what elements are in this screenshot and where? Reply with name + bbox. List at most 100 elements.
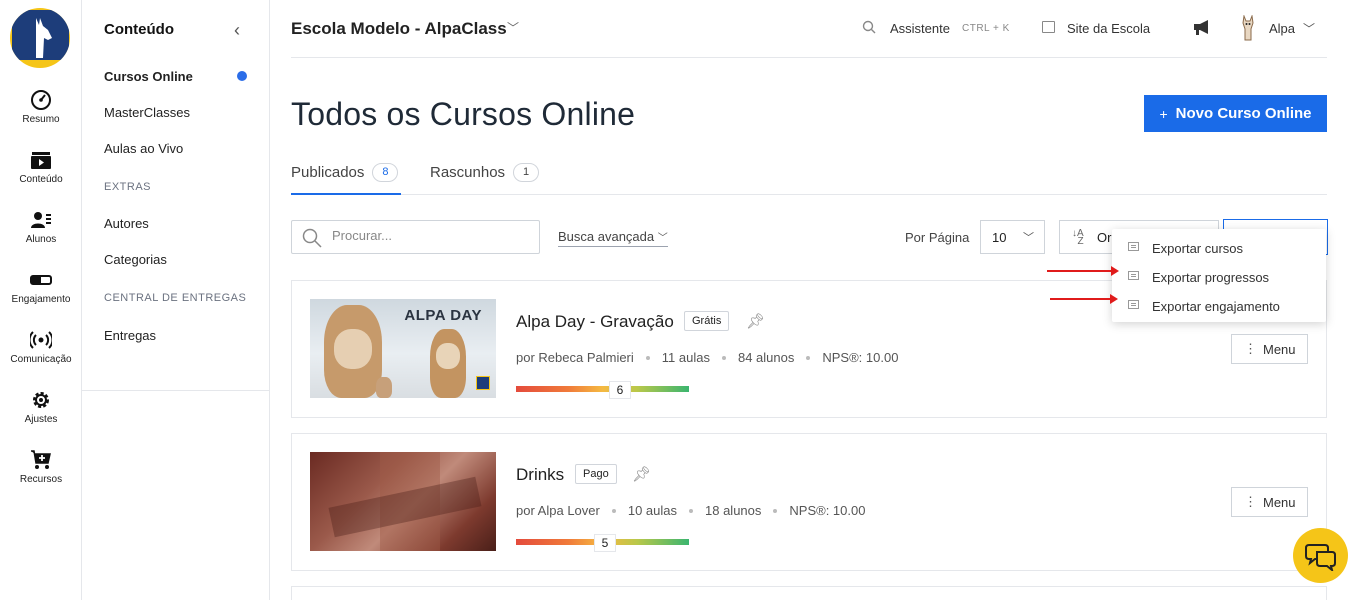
topbar-divider bbox=[291, 57, 1327, 58]
document-icon bbox=[1128, 300, 1139, 309]
logo[interactable] bbox=[10, 8, 70, 68]
search-input[interactable] bbox=[332, 228, 532, 243]
tabs-divider bbox=[291, 194, 1327, 195]
separator-dot bbox=[806, 355, 811, 360]
separator-dot bbox=[773, 508, 778, 513]
llama-image bbox=[376, 377, 392, 398]
count-badge: 8 bbox=[372, 163, 399, 182]
chevron-down-icon[interactable]: ﹀ bbox=[507, 19, 519, 36]
menu-label: Menu bbox=[1263, 495, 1296, 510]
rail-item-engajamento[interactable]: Engajamento bbox=[0, 269, 82, 305]
content-sidebar: Conteúdo ‹ Cursos Online MasterClasses A… bbox=[82, 0, 270, 600]
rail-label: Engajamento bbox=[11, 294, 71, 305]
avatar[interactable] bbox=[1238, 15, 1258, 41]
menu-item-export-courses[interactable]: Exportar cursos bbox=[1112, 232, 1326, 261]
separator-dot bbox=[721, 355, 726, 360]
menu-item-label: Exportar engajamento bbox=[1152, 299, 1280, 314]
course-students: 18 alunos bbox=[705, 503, 762, 518]
rail-label: Alunos bbox=[25, 234, 57, 245]
sidebar-item-categorias[interactable]: Categorias bbox=[104, 252, 167, 267]
rail-item-resumo[interactable]: Resumo bbox=[0, 89, 82, 125]
tab-label: Publicados bbox=[291, 164, 365, 181]
order-label: Or bbox=[1097, 230, 1112, 245]
page-title: Todos os Cursos Online bbox=[291, 96, 636, 132]
sidebar-item-aulas-ao-vivo[interactable]: Aulas ao Vivo bbox=[104, 141, 183, 156]
separator-dot bbox=[689, 508, 693, 513]
course-lessons: 11 aulas bbox=[661, 350, 710, 365]
icon-rail: Resumo Conteúdo Alunos Engajamento Comun… bbox=[0, 0, 82, 600]
tab-label: Rascunhos bbox=[430, 164, 506, 181]
export-dropdown: Exportar cursos Exportar progressos Expo… bbox=[1112, 229, 1326, 322]
menu-item-label: Exportar cursos bbox=[1152, 241, 1244, 256]
menu-item-label: Exportar progressos bbox=[1152, 270, 1270, 285]
llama-logo-icon bbox=[36, 18, 52, 58]
thumbnail-text: ALPA DAY bbox=[404, 307, 482, 324]
annotation-arrow-icon bbox=[1047, 266, 1119, 276]
search-box bbox=[291, 220, 540, 254]
document-icon bbox=[1128, 242, 1139, 251]
sidebar-item-entregas[interactable]: Entregas bbox=[104, 328, 156, 343]
per-page-label: Por Página bbox=[905, 230, 970, 245]
rail-item-comunicacao[interactable]: Comunicação bbox=[0, 329, 82, 365]
course-nps: NPS®: 10.00 bbox=[789, 503, 866, 518]
count-badge: 1 bbox=[513, 163, 540, 182]
advanced-search-label: Busca avançada bbox=[558, 229, 655, 244]
course-meta: por Alpa Lover 10 aulas 18 alunos NPS®: … bbox=[516, 503, 865, 518]
tab-publicados[interactable]: Publicados 8 bbox=[291, 163, 399, 182]
nps-score: 6 bbox=[609, 381, 631, 399]
broadcast-icon bbox=[30, 331, 52, 349]
search-icon[interactable] bbox=[862, 20, 876, 34]
sidebar-item-cursos-online[interactable]: Cursos Online bbox=[104, 69, 193, 84]
collapse-chevron-icon[interactable]: ‹ bbox=[234, 20, 240, 41]
chat-button[interactable] bbox=[1293, 528, 1348, 583]
gauge-icon bbox=[31, 90, 51, 110]
course-card[interactable]: Drinks Pago 📌︎ por Alpa Lover 10 aulas 1… bbox=[291, 433, 1327, 571]
per-page-select[interactable]: 10 ﹀ bbox=[980, 220, 1045, 254]
rail-item-alunos[interactable]: Alunos bbox=[0, 209, 82, 245]
course-menu-button[interactable]: ⋮ Menu bbox=[1231, 334, 1308, 364]
assistant-button[interactable]: Assistente bbox=[890, 21, 950, 36]
rail-item-ajustes[interactable]: Ajustes bbox=[0, 389, 82, 425]
sidebar-item-masterclasses[interactable]: MasterClasses bbox=[104, 105, 190, 120]
school-selector[interactable]: Escola Modelo - AlpaClass bbox=[291, 19, 507, 39]
course-lessons: 10 aulas bbox=[627, 503, 677, 518]
rail-label: Conteúdo bbox=[19, 174, 63, 185]
pin-icon[interactable]: 📌︎ bbox=[746, 312, 765, 330]
new-course-button[interactable]: + Novo Curso Online bbox=[1144, 95, 1327, 132]
course-title[interactable]: Alpa Day - Gravação bbox=[516, 312, 674, 332]
separator-dot bbox=[645, 355, 650, 360]
course-meta: por Rebeca Palmieri 11 aulas 84 alunos N… bbox=[516, 350, 898, 365]
course-nps: NPS®: 10.00 bbox=[822, 350, 899, 365]
search-icon bbox=[302, 228, 322, 248]
chevron-down-icon: ﹀ bbox=[657, 233, 668, 244]
document-icon bbox=[1128, 271, 1139, 280]
school-site-link[interactable]: Site da Escola bbox=[1067, 21, 1150, 36]
sidebar-title: Conteúdo bbox=[104, 21, 174, 38]
menu-label: Menu bbox=[1263, 342, 1296, 357]
browser-window-icon bbox=[1042, 21, 1055, 33]
course-author: por Rebeca Palmieri bbox=[516, 350, 634, 365]
course-card[interactable] bbox=[291, 586, 1327, 600]
chevron-down-icon: ﹀ bbox=[1023, 232, 1034, 244]
menu-item-export-engagement[interactable]: Exportar engajamento bbox=[1112, 290, 1326, 319]
cart-icon bbox=[31, 450, 51, 469]
menu-item-export-progress[interactable]: Exportar progressos bbox=[1112, 261, 1326, 290]
active-tab-indicator bbox=[291, 193, 401, 195]
user-menu[interactable]: Alpa bbox=[1269, 21, 1295, 36]
advanced-search-toggle[interactable]: Busca avançada ﹀ bbox=[558, 229, 668, 247]
pin-icon[interactable]: 📌︎ bbox=[632, 465, 651, 483]
sidebar-item-autores[interactable]: Autores bbox=[104, 216, 149, 231]
course-author: por Alpa Lover bbox=[516, 503, 600, 518]
llama-face bbox=[436, 343, 460, 369]
rail-item-conteudo[interactable]: Conteúdo bbox=[0, 149, 82, 185]
rail-item-recursos[interactable]: Recursos bbox=[0, 449, 82, 485]
play-icon bbox=[31, 152, 51, 169]
course-title[interactable]: Drinks bbox=[516, 465, 564, 485]
users-icon bbox=[31, 212, 51, 228]
plus-icon: + bbox=[1159, 105, 1168, 122]
megaphone-icon[interactable] bbox=[1192, 18, 1212, 36]
tab-rascunhos[interactable]: Rascunhos 1 bbox=[430, 163, 540, 182]
course-menu-button[interactable]: ⋮ Menu bbox=[1231, 487, 1308, 517]
section-extras: EXTRAS bbox=[104, 181, 152, 193]
chevron-down-icon[interactable]: ﹀ bbox=[1303, 20, 1315, 37]
